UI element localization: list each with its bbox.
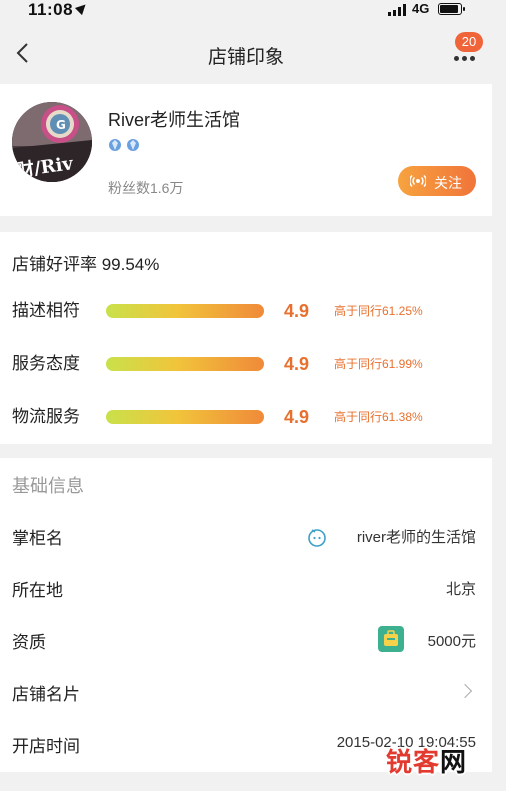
follow-label: 关注: [434, 175, 462, 191]
qualification-value: 5000元: [427, 633, 476, 650]
owner-value: river老师的生活馆: [356, 529, 476, 546]
location-row: 所在地 北京: [0, 562, 492, 614]
network-label: 4G: [412, 1, 430, 16]
page: 11:08 4G 店铺印象 20 G 财/Riv River老师生活馆 粉丝数1…: [0, 0, 492, 791]
shop-name: River老师生活馆: [108, 110, 241, 130]
broadcast-icon: [410, 174, 426, 188]
section-title: 基础信息: [12, 476, 84, 496]
status-time-text: 11:08: [28, 0, 74, 19]
shop-card-row[interactable]: 店铺名片: [0, 666, 492, 718]
battery-icon: [438, 3, 465, 15]
status-time: 11:08: [28, 0, 90, 20]
dot-icon: [454, 56, 459, 61]
diamond-rank-icon: [109, 139, 139, 151]
good-rate: 店铺好评率 99.54%: [12, 255, 160, 274]
owner-row[interactable]: 掌柜名 river老师的生活馆: [0, 510, 492, 562]
location-arrow-icon: [74, 0, 90, 16]
chat-bot-icon[interactable]: [306, 526, 328, 548]
watermark-red: 锐客: [386, 747, 441, 777]
qualification-row[interactable]: 资质 5000元: [0, 614, 492, 666]
rating-compare: 高于同行61.99%: [334, 357, 423, 371]
notification-badge: 20: [455, 32, 483, 52]
shop-avatar[interactable]: G 财/Riv: [12, 102, 92, 182]
rating-compare: 高于同行61.38%: [334, 410, 423, 424]
owner-label: 掌柜名: [12, 529, 63, 548]
rating-compare: 高于同行61.25%: [334, 304, 423, 318]
watermark-black: 网: [440, 747, 468, 777]
rating-bar: [106, 357, 264, 371]
qualification-label: 资质: [12, 633, 46, 652]
rating-label: 物流服务: [12, 407, 80, 426]
rating-score: 4.9: [284, 301, 310, 321]
dot-icon: [462, 56, 467, 61]
fans-count: 粉丝数1.6万: [108, 180, 184, 196]
shop-card: G 财/Riv River老师生活馆 粉丝数1.6万 关注: [0, 84, 492, 216]
status-bar: 11:08 4G: [0, 0, 492, 22]
shop-rank-icons: [108, 138, 142, 152]
deposit-shield-icon: [378, 626, 404, 652]
rating-label: 服务态度: [12, 354, 80, 373]
watermark-text: 锐客网: [386, 742, 467, 779]
watermark-logo: 锐客网: [386, 742, 506, 782]
follow-button[interactable]: 关注: [398, 166, 476, 196]
rating-score: 4.9: [284, 407, 310, 427]
nav-bar: 店铺印象 20: [0, 22, 492, 84]
signal-icon: [388, 4, 408, 16]
location-value: 北京: [445, 581, 476, 598]
rating-row-service: 服务态度 4.9 高于同行61.99%: [0, 351, 492, 377]
open-time-label: 开店时间: [12, 737, 80, 756]
basic-info-card: 基础信息 掌柜名 river老师的生活馆 所在地 北京 资质 5000元 店铺名…: [0, 458, 492, 772]
svg-text:G: G: [56, 118, 66, 132]
rating-bar: [106, 304, 264, 318]
dot-icon: [470, 56, 475, 61]
rating-row-logistics: 物流服务 4.9 高于同行61.38%: [0, 404, 492, 430]
rating-label: 描述相符: [12, 301, 80, 320]
rating-bar: [106, 410, 264, 424]
rating-card: 店铺好评率 99.54% 描述相符 4.9 高于同行61.25% 服务态度 4.…: [0, 232, 492, 444]
shop-logo-image: G 财/Riv: [12, 102, 92, 182]
shop-card-label: 店铺名片: [12, 685, 80, 704]
rating-score: 4.9: [284, 354, 310, 374]
more-button[interactable]: [452, 56, 478, 64]
location-label: 所在地: [12, 581, 63, 600]
chevron-right-icon: [457, 683, 473, 699]
page-title: 店铺印象: [207, 47, 284, 68]
rating-row-description: 描述相符 4.9 高于同行61.25%: [0, 298, 492, 324]
